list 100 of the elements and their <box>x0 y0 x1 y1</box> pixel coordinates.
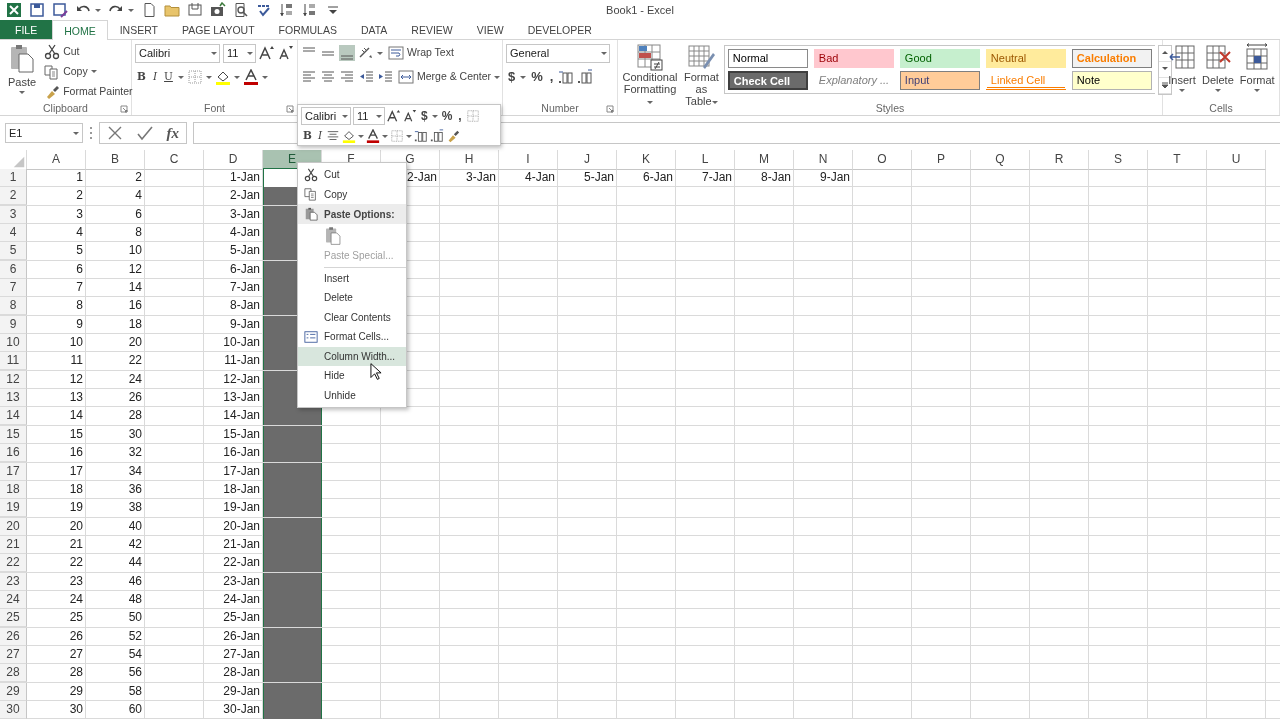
menu-item[interactable]: Clear Contents <box>298 307 406 327</box>
number-format-dropdown[interactable]: General <box>506 43 610 63</box>
italic-button[interactable]: I <box>315 127 325 145</box>
conditional-formatting-button[interactable]: Conditional Formatting <box>621 43 679 101</box>
column-header[interactable]: N <box>794 150 853 170</box>
column-header[interactable]: J <box>558 150 617 170</box>
copy-button[interactable]: Copy <box>42 63 99 81</box>
font-name-dropdown[interactable]: Calibri <box>301 107 351 125</box>
menu-item[interactable]: Hide <box>298 366 406 386</box>
decrease-decimal-icon[interactable] <box>430 129 445 143</box>
paste-button[interactable]: Paste <box>6 43 39 101</box>
column-header[interactable]: L <box>676 150 735 170</box>
underline-button[interactable]: U <box>162 68 175 86</box>
delete-button[interactable]: Delete <box>1200 43 1236 101</box>
column-header[interactable]: U <box>1207 150 1266 170</box>
format-painter-button[interactable]: Format Painter <box>42 83 135 101</box>
cell-style-swatch[interactable]: Normal <box>727 49 808 68</box>
ribbon-tab[interactable]: PAGE LAYOUT <box>170 20 267 39</box>
enter-icon[interactable] <box>136 125 153 141</box>
row-header[interactable]: 1 <box>0 169 27 187</box>
ribbon-tab[interactable]: INSERT <box>107 20 170 39</box>
clipboard-icon[interactable] <box>187 2 203 18</box>
increase-font-size-icon[interactable] <box>387 109 401 123</box>
excel-logo-icon[interactable] <box>6 2 22 18</box>
row-header[interactable]: 15 <box>0 425 27 444</box>
column-header[interactable]: A <box>27 150 86 170</box>
cell-style-swatch[interactable]: Bad <box>813 49 894 68</box>
scroll-up-icon[interactable] <box>1160 50 1169 57</box>
row-header[interactable]: 23 <box>0 572 27 591</box>
row-header[interactable]: 8 <box>0 297 27 316</box>
font-color-icon[interactable] <box>242 69 259 85</box>
font-size-dropdown[interactable]: 11 <box>223 43 256 63</box>
merge-center-button[interactable]: Merge & Center <box>396 68 503 86</box>
print-preview-icon[interactable] <box>233 2 249 18</box>
paintbrush-icon[interactable] <box>446 129 461 143</box>
column-header[interactable]: O <box>853 150 912 170</box>
row-header[interactable]: 16 <box>0 444 27 463</box>
column-header[interactable]: Q <box>971 150 1030 170</box>
ribbon-tab[interactable]: FORMULAS <box>266 20 349 39</box>
row-header[interactable]: 20 <box>0 517 27 536</box>
align-center-icon[interactable] <box>326 129 341 143</box>
insert-function-button[interactable]: fx <box>166 121 180 145</box>
ribbon-tab[interactable]: REVIEW <box>399 20 465 39</box>
bold-button[interactable]: B <box>301 127 314 145</box>
column-header[interactable]: K <box>617 150 676 170</box>
menu-item[interactable]: Copy <box>298 184 406 204</box>
font-size-dropdown[interactable]: 11 <box>353 107 385 125</box>
bold-button[interactable]: B <box>135 68 148 86</box>
camera-icon[interactable] <box>210 2 226 18</box>
menu-item[interactable]: Delete <box>298 288 406 308</box>
ribbon-tab[interactable]: VIEW <box>464 20 516 39</box>
decrease-indent-icon[interactable] <box>358 69 374 85</box>
row-header[interactable]: 28 <box>0 664 27 683</box>
increase-indent-icon[interactable] <box>377 69 393 85</box>
column-header[interactable]: R <box>1030 150 1089 170</box>
row-header[interactable]: 12 <box>0 370 27 389</box>
comma-style-button[interactable]: , <box>547 68 556 86</box>
cell-style-swatch[interactable]: Check Cell <box>727 71 808 90</box>
increase-font-size-icon[interactable] <box>259 45 275 61</box>
cell-style-swatch[interactable]: Note <box>1071 71 1152 90</box>
sort-descending-icon[interactable] <box>302 2 318 18</box>
menu-item[interactable]: Unhide <box>298 385 406 405</box>
font-color-icon[interactable] <box>366 129 381 143</box>
row-header[interactable]: 7 <box>0 279 27 298</box>
column-header[interactable]: P <box>912 150 971 170</box>
column-header[interactable]: S <box>1089 150 1148 170</box>
column-header[interactable]: C <box>145 150 204 170</box>
save-icon[interactable] <box>29 2 45 18</box>
accounting-format-button[interactable]: $ <box>506 68 518 86</box>
cell-style-swatch[interactable]: Neutral <box>985 49 1066 68</box>
row-header[interactable]: 29 <box>0 682 27 701</box>
insert-button[interactable]: Insert <box>1166 43 1198 101</box>
italic-button[interactable]: I <box>150 68 160 86</box>
accounting-format-button[interactable]: $ <box>419 107 430 125</box>
wrap-text-button[interactable]: Wrap Text <box>386 44 456 62</box>
more-styles-icon[interactable] <box>1160 82 1169 89</box>
row-header[interactable]: 3 <box>0 205 27 224</box>
percent-style-button[interactable]: % <box>439 107 455 125</box>
cell-style-swatch[interactable]: Input <box>899 71 980 90</box>
column-header[interactable]: M <box>735 150 794 170</box>
column-header[interactable]: H <box>440 150 499 170</box>
format-button[interactable]: Format <box>1237 43 1277 101</box>
comma-style-button[interactable]: , <box>456 107 464 125</box>
dialog-launcher-icon[interactable] <box>286 105 294 114</box>
ribbon-tab[interactable]: DEVELOPER <box>515 20 604 39</box>
fill-color-icon[interactable] <box>214 69 231 85</box>
decrease-decimal-icon[interactable] <box>577 69 594 85</box>
row-header[interactable]: 22 <box>0 554 27 573</box>
menu-item[interactable]: Column Width... <box>298 346 406 366</box>
cut-button[interactable]: Cut <box>42 43 82 61</box>
decrease-font-size-icon[interactable] <box>278 45 294 61</box>
column-header[interactable]: I <box>499 150 558 170</box>
increase-decimal-icon[interactable] <box>558 69 575 85</box>
fill-color-icon[interactable] <box>342 129 357 143</box>
row-header[interactable]: 10 <box>0 334 27 353</box>
row-header[interactable]: 26 <box>0 627 27 646</box>
dialog-launcher-icon[interactable] <box>606 105 614 114</box>
menu-item[interactable]: Format Cells... <box>298 327 406 347</box>
row-header[interactable]: 4 <box>0 224 27 243</box>
cell-style-swatch[interactable]: Good <box>899 49 980 68</box>
